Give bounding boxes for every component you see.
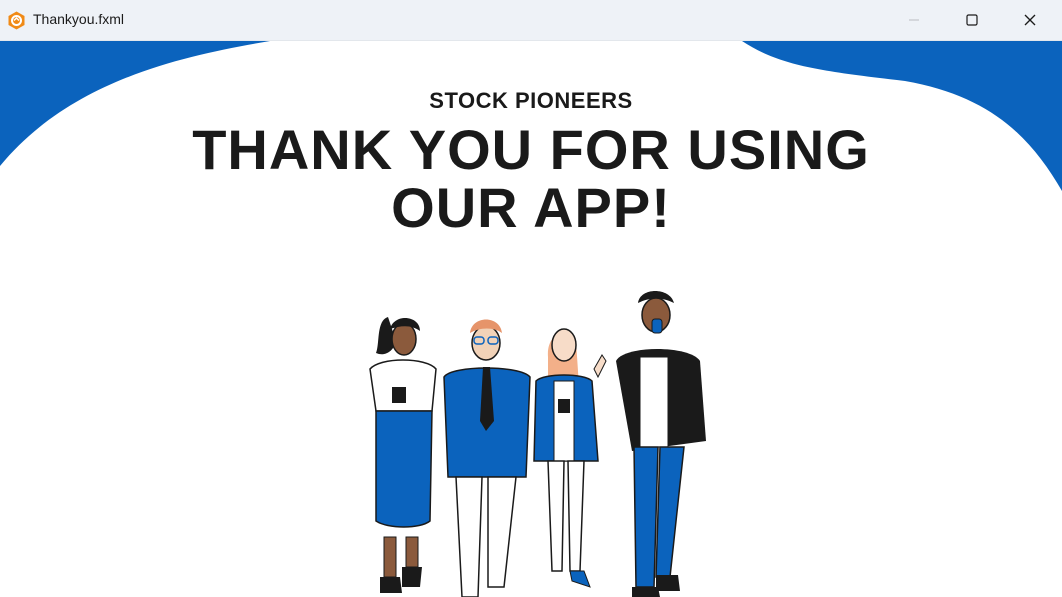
person-woman-coffee bbox=[369, 317, 437, 593]
person-man-glasses bbox=[443, 319, 531, 597]
person-woman-waving bbox=[533, 328, 607, 588]
app-window: Thankyou.fxml STOCK PIONEERS THANK YOU F… bbox=[0, 0, 1062, 597]
maximize-icon bbox=[966, 14, 978, 26]
headline-line-2: OUR APP! bbox=[391, 176, 671, 239]
minimize-button[interactable] bbox=[885, 0, 943, 40]
person-man-drinking bbox=[616, 291, 706, 597]
thank-you-headline: THANK YOU FOR USING OUR APP! bbox=[0, 121, 1062, 237]
maximize-button[interactable] bbox=[943, 0, 1001, 40]
thank-you-page: STOCK PIONEERS THANK YOU FOR USING OUR A… bbox=[0, 41, 1062, 597]
brand-name: STOCK PIONEERS bbox=[429, 88, 633, 113]
close-icon bbox=[1024, 14, 1036, 26]
team-illustration bbox=[369, 291, 706, 597]
close-button[interactable] bbox=[1001, 0, 1059, 40]
app-icon bbox=[7, 11, 26, 30]
headline-line-1: THANK YOU FOR USING bbox=[192, 118, 870, 181]
minimize-icon bbox=[909, 19, 919, 21]
window-title: Thankyou.fxml bbox=[33, 11, 125, 27]
title-bar[interactable]: Thankyou.fxml bbox=[0, 0, 1062, 41]
